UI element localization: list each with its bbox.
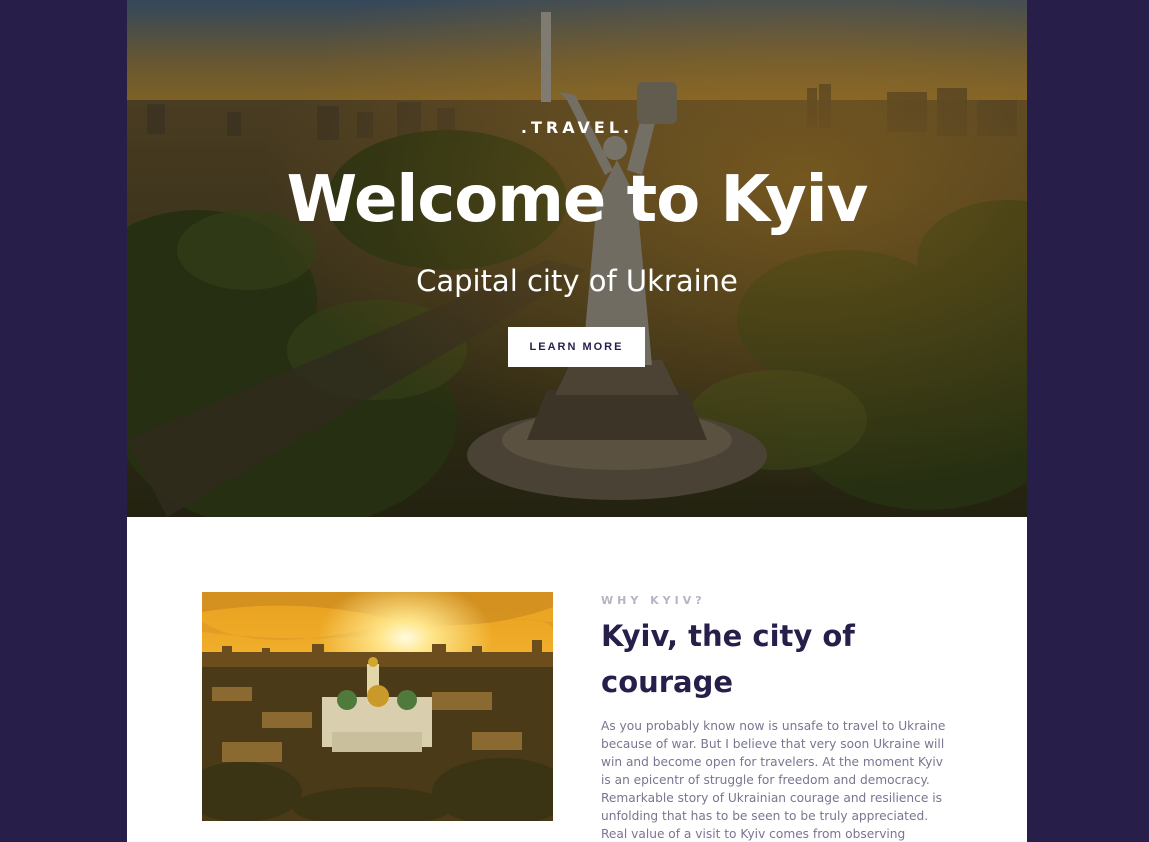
section-body: As you probably know now is unsafe to tr… [601, 719, 946, 841]
hero-section: .TRAVEL. Welcome to Kyiv Capital city of… [127, 0, 1027, 517]
page-container: .TRAVEL. Welcome to Kyiv Capital city of… [127, 0, 1027, 842]
learn-more-button[interactable]: LEARN MORE [508, 327, 645, 367]
hero-eyebrow: .TRAVEL. [520, 118, 634, 137]
section-title: Kyiv, the city of courage [601, 619, 855, 699]
about-text-block: WHY KYIV? Kyiv, the city of courage As y… [601, 592, 961, 842]
hero-title: Welcome to Kyiv [286, 163, 869, 237]
section-eyebrow: WHY KYIV? [601, 594, 706, 607]
hero-subtitle: Capital city of Ukraine [416, 264, 738, 298]
kyiv-sunset-image [202, 592, 553, 821]
hero-content: .TRAVEL. Welcome to Kyiv Capital city of… [127, 0, 1027, 517]
